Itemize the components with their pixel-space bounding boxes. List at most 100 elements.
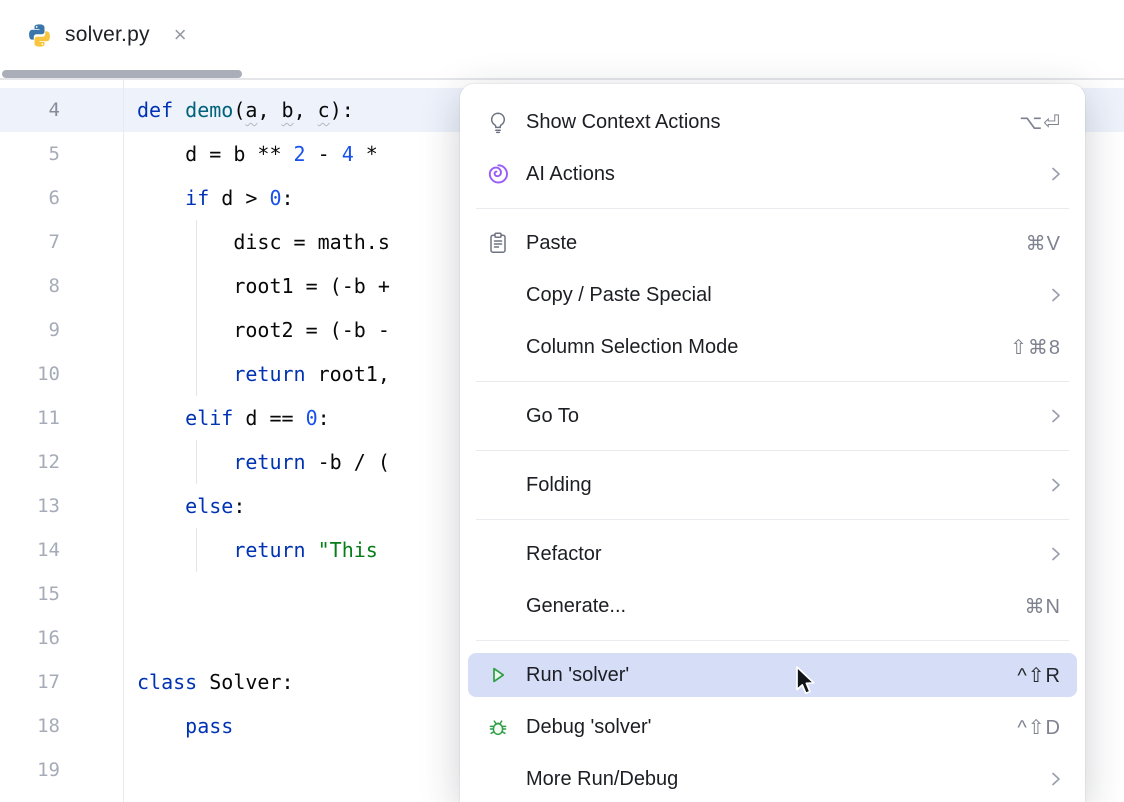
line-number: 14 (0, 528, 60, 572)
code-token: else (185, 494, 233, 518)
menu-item-go-to[interactable]: Go To (468, 394, 1077, 438)
mouse-cursor-icon (795, 666, 821, 698)
code-token: -b / ( (306, 450, 390, 474)
code-line: class Solver: (137, 660, 294, 704)
menu-item-shortcut: ⌘N (1025, 594, 1061, 619)
code-token: , (257, 98, 281, 122)
menu-item-shortcut: ^⇧D (1017, 715, 1061, 740)
line-number: 19 (0, 748, 60, 792)
gutter-separator (123, 80, 124, 802)
code-line: root2 = (-b - (137, 308, 390, 352)
run-icon (486, 663, 510, 687)
code-token (137, 538, 233, 562)
code-line: if d > 0: (137, 176, 294, 220)
code-token: ): (330, 98, 354, 122)
tab-strip-scrollbar-thumb[interactable] (2, 70, 242, 78)
code-token (306, 538, 318, 562)
menu-item-paste[interactable]: Paste ⌘V (468, 221, 1077, 265)
menu-item-label: More Run/Debug (526, 768, 678, 791)
code-token: b (282, 98, 294, 122)
menu-item-generate[interactable]: Generate... ⌘N (468, 584, 1077, 628)
tab-title: solver.py (65, 23, 150, 47)
code-token: - (306, 142, 342, 166)
editor-context-menu: Show Context Actions ⌥⏎ AI Actions Paste ⌘V C… (460, 84, 1085, 802)
code-line: d = b ** 2 - 4 * (137, 132, 378, 176)
chevron-right-icon (1051, 771, 1061, 787)
chevron-right-icon (1051, 287, 1061, 303)
code-line: else: (137, 484, 245, 528)
chevron-right-icon (1051, 408, 1061, 424)
menu-item-label: Go To (526, 405, 579, 428)
chevron-right-icon (1051, 166, 1061, 182)
menu-separator (476, 640, 1069, 641)
menu-item-column-selection-mode[interactable]: Column Selection Mode⇧⌘8 (468, 325, 1077, 369)
clipboard-icon (486, 231, 510, 255)
menu-item-more-run-debug[interactable]: More Run/Debug (468, 757, 1077, 801)
code-token: root1, (306, 362, 390, 386)
menu-separator (476, 519, 1069, 520)
code-token: d == (233, 406, 305, 430)
python-icon (27, 23, 52, 48)
code-token: ( (233, 98, 245, 122)
menu-item-label: Column Selection Mode (526, 336, 738, 359)
line-number: 8 (0, 264, 60, 308)
code-token (137, 494, 185, 518)
menu-item-icon-empty (486, 594, 510, 618)
code-token: "This (318, 538, 390, 562)
code-line: disc = math.s (137, 220, 390, 264)
menu-item-label: Folding (526, 474, 592, 497)
tab-solver-py[interactable]: solver.py × (0, 0, 187, 70)
line-number: 6 (0, 176, 60, 220)
menu-item-ai-actions[interactable]: AI Actions (468, 152, 1077, 196)
code-token: demo (185, 98, 233, 122)
menu-item-label: Paste (526, 232, 577, 255)
line-number: 11 (0, 396, 60, 440)
line-number: 10 (0, 352, 60, 396)
line-number: 13 (0, 484, 60, 528)
code-token: 0 (306, 406, 318, 430)
menu-item-label: Debug 'solver' (526, 716, 651, 739)
menu-item-label: Show Context Actions (526, 111, 721, 134)
ai-actions-icon (486, 162, 510, 186)
code-token: class (137, 670, 197, 694)
line-number: 7 (0, 220, 60, 264)
code-token: 0 (269, 186, 281, 210)
code-token (137, 186, 185, 210)
menu-item-icon-empty (486, 404, 510, 428)
code-token: c (318, 98, 330, 122)
code-token (137, 714, 185, 738)
code-token: d = b ** (137, 142, 294, 166)
code-token (137, 362, 233, 386)
code-token: return (233, 538, 305, 562)
menu-separator (476, 450, 1069, 451)
code-line: return -b / ( (137, 440, 390, 484)
menu-item-debug-solver[interactable]: Debug 'solver' ^⇧D (468, 705, 1077, 749)
code-token: 2 (294, 142, 306, 166)
menu-item-shortcut: ⌥⏎ (1019, 110, 1061, 135)
code-token: : (282, 186, 294, 210)
menu-separator (476, 381, 1069, 382)
code-line: return "This (137, 528, 390, 572)
menu-item-run-solver[interactable]: Run 'solver'^⇧R (468, 653, 1077, 697)
menu-item-icon-empty (486, 283, 510, 307)
code-token: return (233, 450, 305, 474)
code-token: d > (209, 186, 269, 210)
menu-item-icon-empty (486, 335, 510, 359)
tab-close-icon[interactable]: × (174, 24, 187, 46)
code-token: return (233, 362, 305, 386)
menu-item-label: Generate... (526, 595, 626, 618)
line-number: 4 (0, 88, 60, 132)
menu-item-copy-paste-special[interactable]: Copy / Paste Special (468, 273, 1077, 317)
code-token: 4 (342, 142, 354, 166)
line-number: 12 (0, 440, 60, 484)
menu-item-shortcut: ⌘V (1026, 231, 1061, 256)
menu-item-show-context-actions[interactable]: Show Context Actions ⌥⏎ (468, 100, 1077, 144)
menu-item-label: AI Actions (526, 163, 615, 186)
code-token: a (245, 98, 257, 122)
chevron-right-icon (1051, 477, 1061, 493)
code-token: , (294, 98, 318, 122)
line-number: 5 (0, 132, 60, 176)
menu-item-refactor[interactable]: Refactor (468, 532, 1077, 576)
menu-item-folding[interactable]: Folding (468, 463, 1077, 507)
line-number: 18 (0, 704, 60, 748)
